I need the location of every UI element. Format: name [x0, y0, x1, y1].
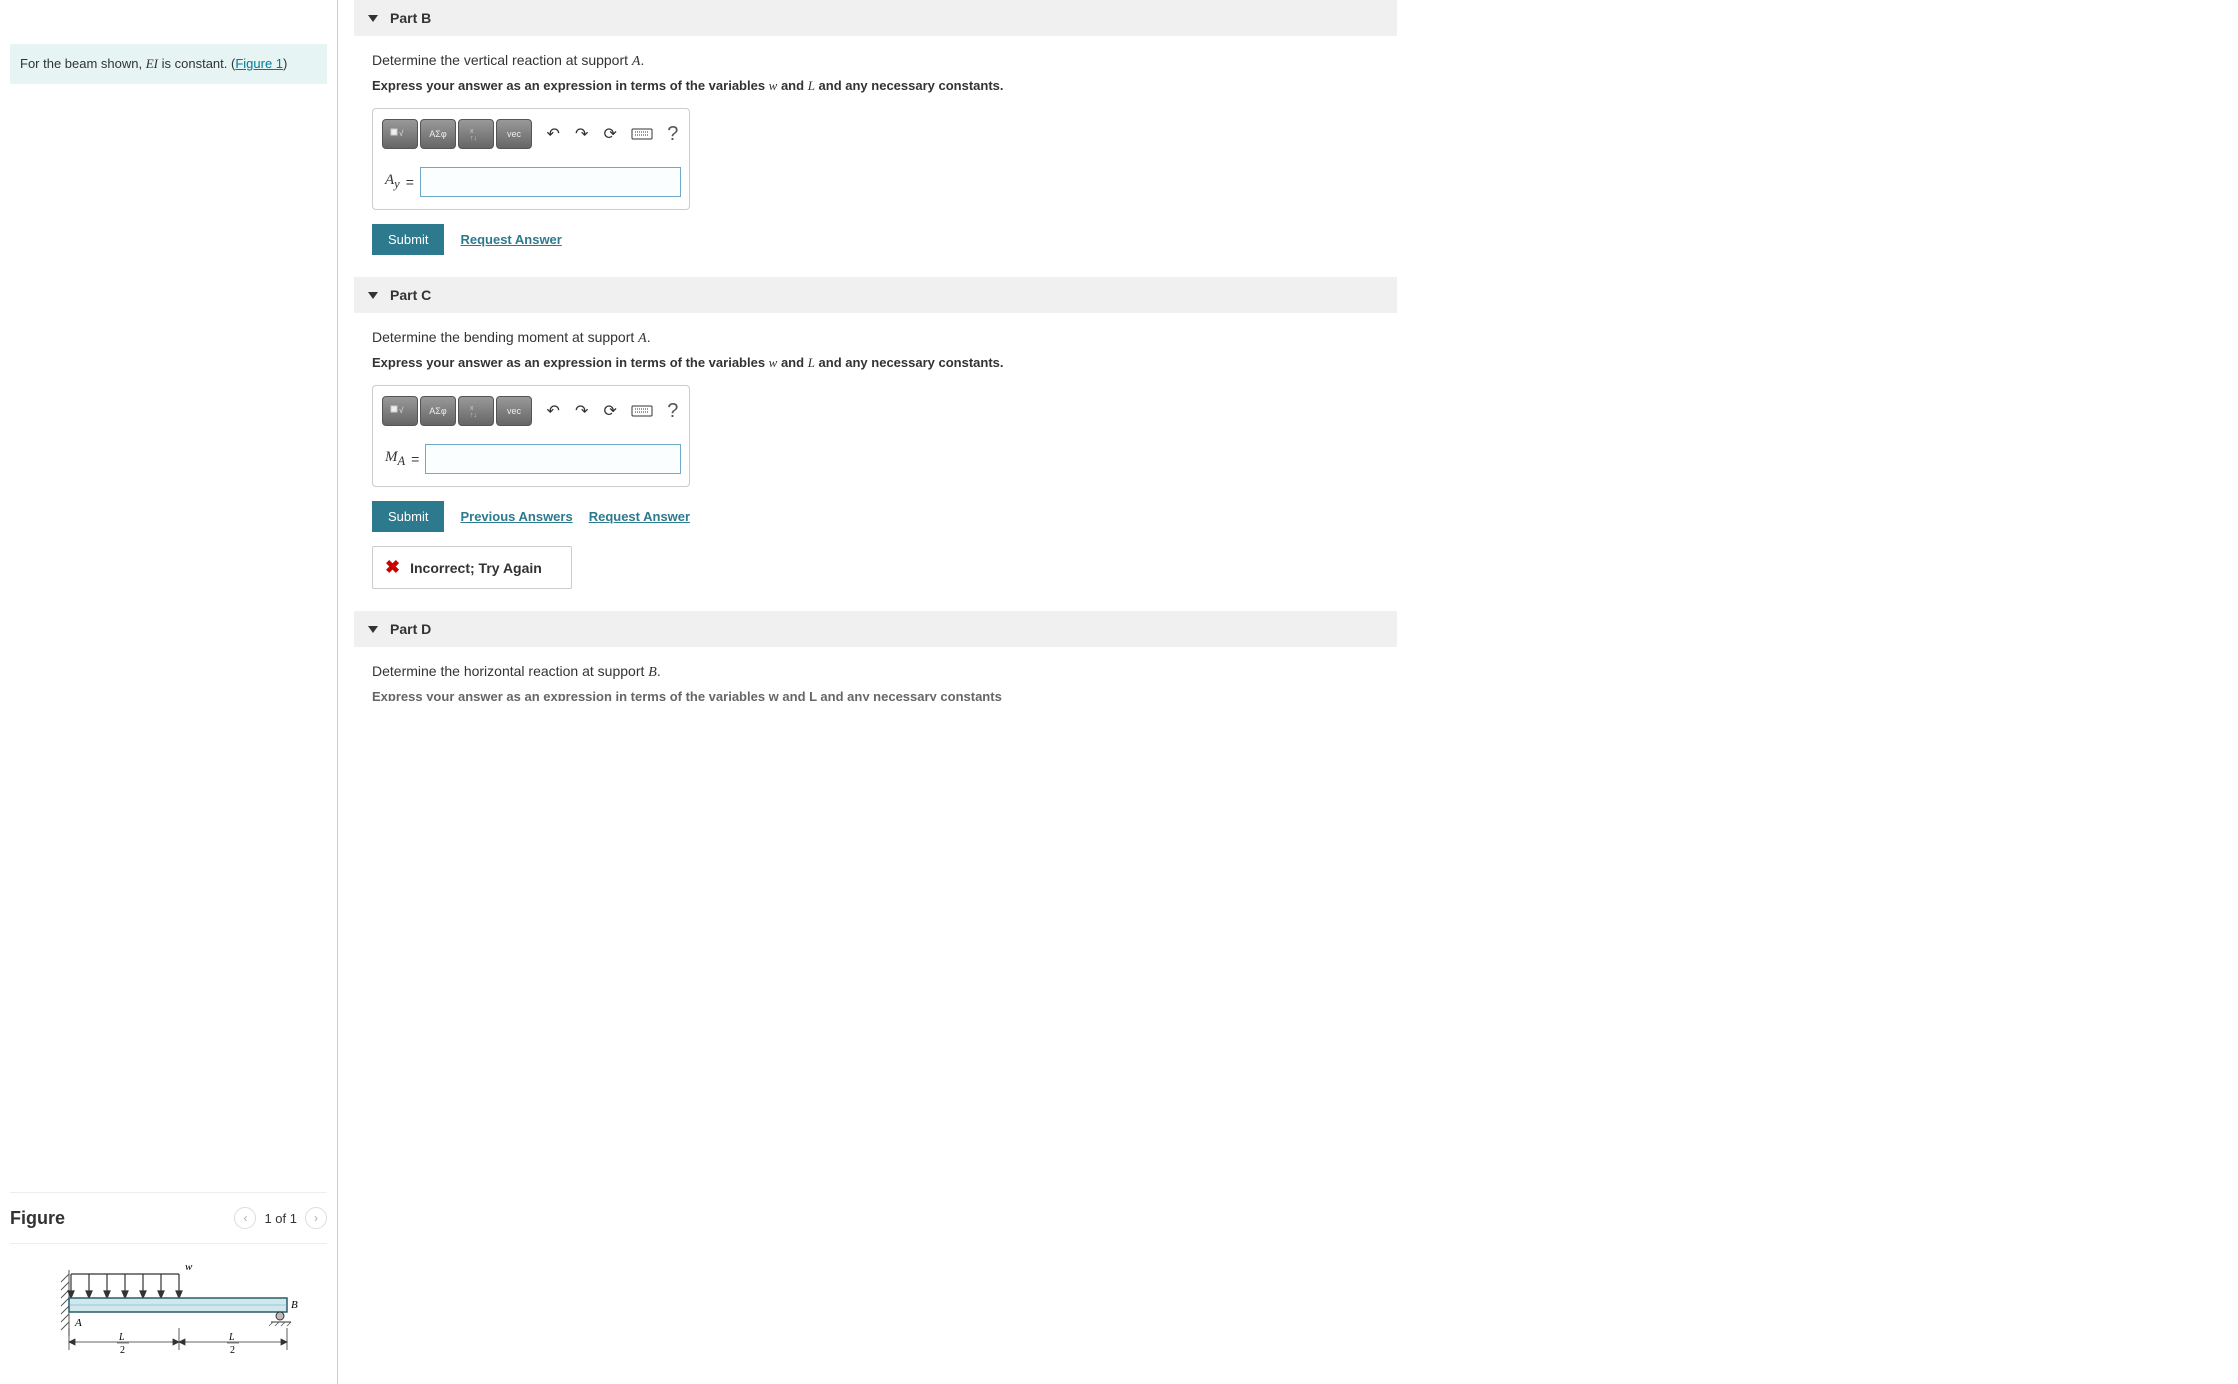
- reset-icon[interactable]: ⟳: [602, 122, 619, 146]
- greek-button[interactable]: ΑΣφ: [420, 396, 456, 426]
- part-c-answer-input[interactable]: [425, 444, 681, 474]
- help-icon[interactable]: ?: [665, 122, 682, 146]
- caret-down-icon: [368, 292, 378, 299]
- figure-next-button[interactable]: ›: [305, 1207, 327, 1229]
- svg-text:x: x: [470, 405, 474, 412]
- part-d-instruction-truncated: Express your answer as an expression in …: [372, 689, 1397, 701]
- subscript-button[interactable]: x↑↓: [458, 396, 494, 426]
- svg-text:x: x: [470, 128, 474, 135]
- part-d-header[interactable]: Part D: [354, 611, 1397, 647]
- support-label-a: A: [74, 1317, 82, 1329]
- redo-icon[interactable]: ↷: [574, 399, 591, 423]
- equals-sign: =: [411, 451, 419, 467]
- template-button[interactable]: √: [382, 396, 418, 426]
- svg-text:↑↓: ↑↓: [470, 135, 477, 141]
- support-label-b: B: [291, 1299, 298, 1311]
- part-d-question: Determine the horizontal reaction at sup…: [372, 663, 1397, 681]
- dim-right-den: 2: [230, 1345, 235, 1356]
- part-d-title: Part D: [390, 621, 431, 637]
- problem-statement: For the beam shown, EI is constant. (Fig…: [10, 44, 327, 84]
- greek-button[interactable]: ΑΣφ: [420, 119, 456, 149]
- svg-text:√: √: [399, 129, 404, 138]
- part-c-header[interactable]: Part C: [354, 277, 1397, 313]
- part-b-var-label: Ay: [381, 172, 400, 192]
- vector-button[interactable]: vec: [496, 396, 532, 426]
- part-c-answer-box: √ ΑΣφ x↑↓ vec ↶ ↷ ⟳ ? MA =: [372, 385, 690, 487]
- part-c-title: Part C: [390, 287, 431, 303]
- vector-button[interactable]: vec: [496, 119, 532, 149]
- part-c-instruction: Express your answer as an expression in …: [372, 355, 1397, 371]
- caret-down-icon: [368, 626, 378, 633]
- reset-icon[interactable]: ⟳: [602, 399, 619, 423]
- part-c-feedback: ✖ Incorrect; Try Again: [372, 546, 572, 589]
- undo-icon[interactable]: ↶: [545, 122, 562, 146]
- keyboard-icon[interactable]: [631, 399, 653, 423]
- part-b-request-answer-link[interactable]: Request Answer: [460, 232, 561, 247]
- redo-icon[interactable]: ↷: [574, 122, 591, 146]
- problem-text-post: ): [283, 56, 287, 71]
- part-b-header[interactable]: Part B: [354, 0, 1397, 36]
- incorrect-icon: ✖: [385, 557, 400, 578]
- part-c-question: Determine the bending moment at support …: [372, 329, 1397, 347]
- part-b-answer-input[interactable]: [420, 167, 681, 197]
- part-c-request-answer-link[interactable]: Request Answer: [589, 509, 690, 524]
- caret-down-icon: [368, 15, 378, 22]
- feedback-text: Incorrect; Try Again: [410, 560, 542, 576]
- undo-icon[interactable]: ↶: [545, 399, 562, 423]
- template-button[interactable]: √: [382, 119, 418, 149]
- part-b-submit-button[interactable]: Submit: [372, 224, 444, 255]
- figure-title: Figure: [10, 1208, 65, 1229]
- problem-text-pre: For the beam shown,: [20, 56, 146, 71]
- dim-left-den: 2: [120, 1345, 125, 1356]
- dim-right-num: L: [228, 1332, 235, 1343]
- figure-header: Figure ‹ 1 of 1 ›: [10, 1203, 327, 1244]
- problem-text-mid: is constant. (: [158, 56, 235, 71]
- part-b-instruction: Express your answer as an expression in …: [372, 78, 1397, 94]
- problem-ei: EI: [146, 56, 158, 71]
- part-c-var-label: MA: [381, 449, 405, 469]
- figure-link[interactable]: Figure 1: [235, 56, 283, 71]
- load-label-w: w: [185, 1261, 193, 1273]
- figure-prev-button[interactable]: ‹: [234, 1207, 256, 1229]
- part-c-previous-answers-link[interactable]: Previous Answers: [460, 509, 572, 524]
- dim-left-num: L: [118, 1332, 125, 1343]
- part-b-title: Part B: [390, 10, 431, 26]
- svg-text:√: √: [399, 406, 404, 415]
- part-c-submit-button[interactable]: Submit: [372, 501, 444, 532]
- equals-sign: =: [406, 174, 414, 190]
- help-icon[interactable]: ?: [665, 399, 682, 423]
- svg-text:↑↓: ↑↓: [470, 412, 477, 418]
- part-b-question: Determine the vertical reaction at suppo…: [372, 52, 1397, 70]
- keyboard-icon[interactable]: [631, 122, 653, 146]
- figure-image: w A B: [15, 1254, 322, 1364]
- part-b-answer-box: √ ΑΣφ x↑↓ vec ↶ ↷ ⟳ ? Ay =: [372, 108, 690, 210]
- subscript-button[interactable]: x↑↓: [458, 119, 494, 149]
- figure-count: 1 of 1: [264, 1211, 297, 1226]
